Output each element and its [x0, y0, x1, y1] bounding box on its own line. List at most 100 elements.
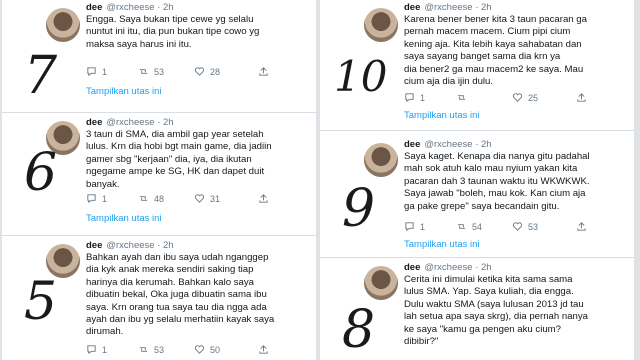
like-count: 25 — [528, 92, 539, 103]
show-thread-link[interactable]: Tampilkan utas ini — [86, 86, 162, 97]
reply-button[interactable]: 1 — [404, 92, 425, 103]
tweet-card[interactable]: dee @rxcheese · 2h Saya kaget. Kenapa dia… — [320, 131, 634, 258]
share-icon — [259, 194, 268, 203]
tweet-text: Saya kaget. Kenapa dia nanya gitu padaha… — [404, 151, 590, 212]
retweet-button[interactable]: 48 — [138, 193, 164, 204]
tweet-actions: 1 25 — [404, 92, 620, 106]
retweet-count: 48 — [154, 193, 165, 204]
right-column: dee @rxcheese · 2h Karena bener bener kit… — [320, 0, 634, 360]
share-button[interactable] — [258, 344, 269, 355]
author-name[interactable]: dee — [404, 2, 420, 13]
share-button[interactable] — [576, 92, 587, 103]
tweet-text: Cerita ini dimulai ketika kita sama sama… — [404, 274, 589, 348]
like-count: 28 — [210, 66, 221, 77]
reply-icon — [87, 345, 96, 355]
handwritten-number: 8 — [342, 300, 376, 360]
like-count: 53 — [528, 221, 539, 232]
retweet-icon — [139, 347, 148, 352]
show-thread-link[interactable]: Tampilkan utas ini — [86, 213, 162, 224]
retweet-count: 53 — [154, 66, 165, 77]
retweet-icon — [457, 224, 466, 229]
left-column: dee @rxcheese · 2h Engga. Saya bukan tipe… — [2, 0, 316, 360]
tweet-header: dee @rxcheese · 2h — [86, 240, 174, 251]
tweet-text: 3 taun di SMA, dia ambil gap year setela… — [86, 129, 272, 190]
tweet-actions: 1 53 28 — [86, 66, 302, 80]
reply-icon — [405, 222, 414, 232]
share-button[interactable] — [258, 193, 269, 204]
retweet-icon — [139, 69, 148, 74]
tweet-actions: 1 48 31 — [86, 193, 302, 207]
heart-icon — [512, 222, 523, 231]
tweet-card[interactable]: dee @rxcheese · 2h Cerita ini dimulai ket… — [320, 258, 634, 360]
author-handle[interactable]: @rxcheese · 2h — [106, 117, 173, 128]
reply-button[interactable]: 1 — [404, 221, 425, 232]
handwritten-number: 9 — [342, 179, 376, 239]
author-handle[interactable]: @rxcheese · 2h — [106, 2, 173, 13]
author-handle[interactable]: @rxcheese · 2h — [424, 2, 491, 13]
reply-button[interactable]: 1 — [86, 66, 107, 77]
author-name[interactable]: dee — [404, 262, 420, 273]
author-name[interactable]: dee — [404, 139, 420, 150]
like-button[interactable]: 53 — [512, 221, 538, 232]
handwritten-number: 6 — [24, 143, 58, 203]
tweet-card[interactable]: dee @rxcheese · 2h Engga. Saya bukan tipe… — [2, 0, 316, 113]
retweet-button[interactable]: 53 — [138, 344, 164, 355]
retweet-button[interactable] — [456, 92, 472, 103]
handwritten-number: 5 — [24, 272, 58, 332]
tweet-card[interactable]: dee @rxcheese · 2h Karena bener bener kit… — [320, 0, 634, 131]
heart-icon — [194, 345, 205, 354]
share-icon — [259, 67, 268, 76]
like-button[interactable]: 31 — [194, 193, 220, 204]
tweet-header: dee @rxcheese · 2h — [404, 139, 492, 150]
reply-icon — [87, 67, 96, 77]
like-count: 31 — [210, 193, 221, 204]
share-icon — [577, 93, 586, 102]
reply-icon — [87, 194, 96, 204]
avatar[interactable] — [364, 143, 398, 177]
show-thread-link[interactable]: Tampilkan utas ini — [404, 110, 480, 121]
retweet-icon — [457, 95, 466, 100]
avatar[interactable] — [364, 8, 398, 42]
reply-count: 1 — [102, 66, 108, 77]
reply-button[interactable]: 1 — [86, 344, 107, 355]
author-name[interactable]: dee — [86, 240, 102, 251]
share-button[interactable] — [258, 66, 269, 77]
like-count: 50 — [210, 344, 221, 355]
retweet-button[interactable]: 53 — [138, 66, 164, 77]
reply-button[interactable]: 1 — [86, 193, 107, 204]
author-handle[interactable]: @rxcheese · 2h — [424, 139, 491, 150]
tweet-header: dee @rxcheese · 2h — [86, 2, 174, 13]
reply-count: 1 — [420, 92, 426, 103]
share-button[interactable] — [576, 221, 587, 232]
handwritten-number: 10 — [334, 52, 388, 101]
tweet-card[interactable]: dee @rxcheese · 2h Bahkan ayah dan ibu sa… — [2, 236, 316, 360]
retweet-button[interactable]: 54 — [456, 221, 482, 232]
like-button[interactable]: 50 — [194, 344, 220, 355]
author-handle[interactable]: @rxcheese · 2h — [106, 240, 173, 251]
author-handle[interactable]: @rxcheese · 2h — [424, 262, 491, 273]
heart-icon — [194, 194, 205, 203]
avatar[interactable] — [364, 266, 398, 300]
reply-count: 1 — [102, 193, 108, 204]
share-icon — [577, 222, 586, 231]
retweet-count: 53 — [154, 344, 165, 355]
tweet-text: Karena bener bener kita 3 taun pacaran g… — [404, 14, 587, 88]
author-name[interactable]: dee — [86, 117, 102, 128]
heart-icon — [512, 93, 523, 102]
reply-count: 1 — [102, 344, 108, 355]
retweet-icon — [139, 196, 148, 201]
handwritten-number: 7 — [24, 46, 58, 106]
author-name[interactable]: dee — [86, 2, 102, 13]
reply-icon — [405, 93, 414, 103]
reply-count: 1 — [420, 221, 426, 232]
tweet-text: Bahkan ayah dan ibu saya udah nganggep d… — [86, 252, 275, 338]
like-button[interactable]: 25 — [512, 92, 538, 103]
avatar[interactable] — [46, 8, 80, 42]
tweet-header: dee @rxcheese · 2h — [404, 262, 492, 273]
tweet-actions: 1 53 50 — [86, 344, 302, 358]
tweet-card[interactable]: dee @rxcheese · 2h 3 taun di SMA, dia amb… — [2, 113, 316, 236]
tweet-header: dee @rxcheese · 2h — [86, 117, 174, 128]
show-thread-link[interactable]: Tampilkan utas ini — [404, 239, 480, 250]
like-button[interactable]: 28 — [194, 66, 220, 77]
retweet-count: 54 — [472, 221, 483, 232]
